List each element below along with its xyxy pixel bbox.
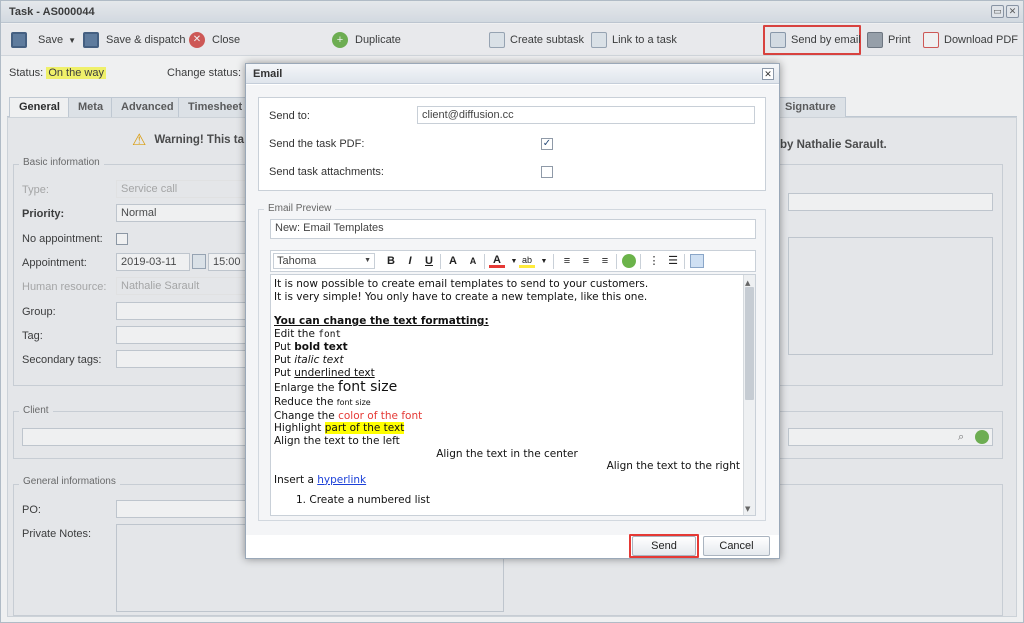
send-to-input[interactable]: client@diffusion.cc [417,106,755,124]
cancel-button[interactable]: Cancel [703,536,770,556]
toolbar-divider [484,254,485,269]
send-button[interactable]: Send [632,536,696,556]
email-body-editor[interactable]: It is now possible to create email templ… [270,274,756,516]
editor-scrollbar[interactable]: ▲ ▼ [743,275,755,515]
scrollbar-thumb[interactable] [745,287,754,400]
toolbar-divider [640,254,641,269]
chevron-down-icon[interactable]: ▼ [536,254,552,269]
italic-icon[interactable]: I [402,254,418,269]
bold-icon[interactable]: B [383,254,399,269]
hyperlink[interactable]: hyperlink [317,474,366,486]
ordered-list-icon[interactable]: ⋮ [646,254,662,269]
toolbar-divider [553,254,554,269]
chevron-down-icon: ▼ [364,257,371,264]
scroll-down-icon[interactable]: ▼ [745,503,750,515]
font-grow-icon[interactable]: A [445,254,461,269]
font-select[interactable]: Tahoma ▼ [273,253,375,269]
email-dialog-body: Send to: client@diffusion.cc Send the ta… [246,85,779,535]
send-attachments-checkbox[interactable] [541,166,553,178]
toolbar-divider [440,254,441,269]
email-preview-legend: Email Preview [264,203,336,214]
toolbar-divider [684,254,685,269]
align-left-icon[interactable]: ≡ [559,254,575,269]
font-shrink-icon[interactable]: A [465,254,481,269]
underline-icon[interactable]: U [421,254,437,269]
email-dialog-header: Email ✕ [246,64,779,84]
send-pdf-checkbox[interactable]: ✓ [541,138,553,150]
email-dialog: Email ✕ Send to: client@diffusion.cc Sen… [245,63,780,559]
email-dialog-title: Email [253,68,283,80]
editor-toolbar: Tahoma ▼ B I U A A A ▼ ab ▼ ≡ ≡ ≡ ⋮ ☰ [270,250,756,272]
link-icon[interactable] [622,254,636,268]
font-color-icon[interactable]: A [489,254,505,268]
align-right-icon[interactable]: ≡ [597,254,613,269]
subject-input[interactable]: New: Email Templates [270,219,756,239]
dialog-close-button[interactable]: ✕ [762,68,774,80]
send-options-box: Send to: client@diffusion.cc Send the ta… [258,97,766,191]
source-edit-icon[interactable] [690,254,704,268]
toolbar-divider [616,254,617,269]
align-center-icon[interactable]: ≡ [578,254,594,269]
highlight-icon[interactable]: ab [519,254,535,268]
bullet-list-icon[interactable]: ☰ [665,254,681,269]
